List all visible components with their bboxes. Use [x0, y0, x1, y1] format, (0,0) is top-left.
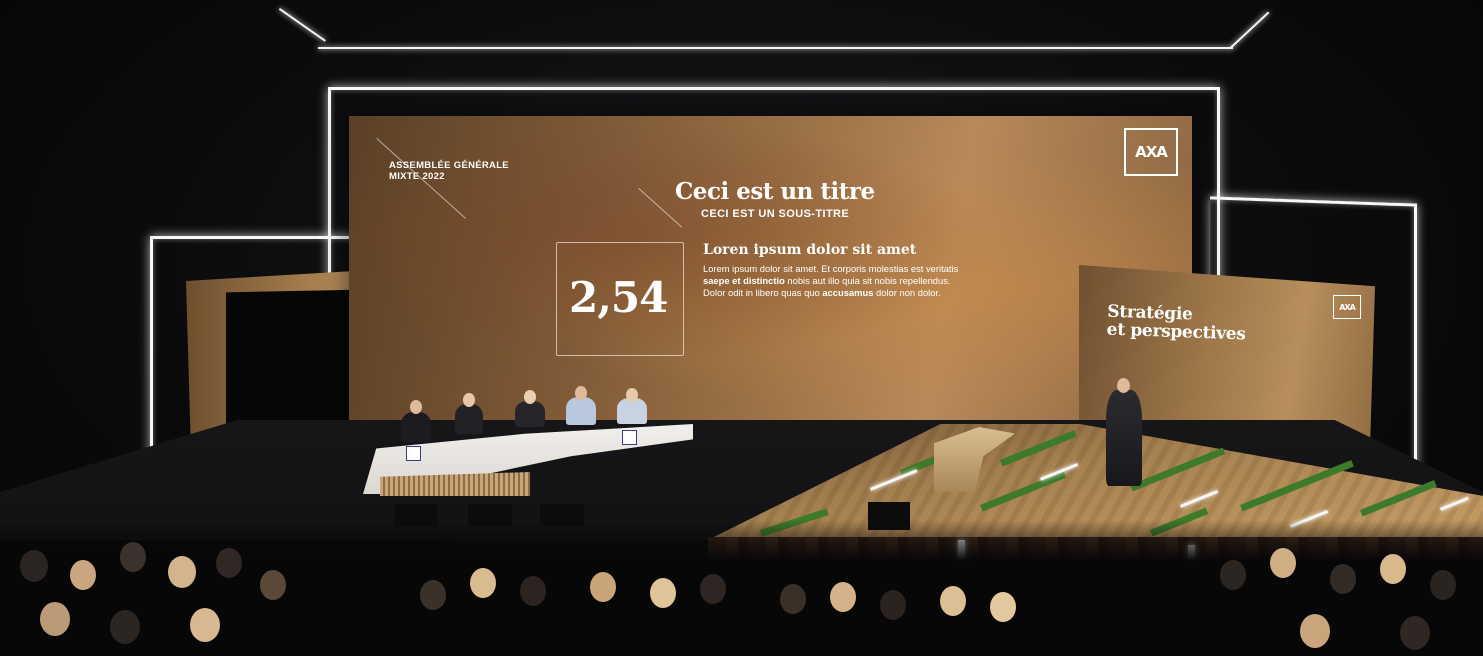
audience-member: [1330, 564, 1356, 594]
audience-member: [1220, 560, 1246, 590]
key-figure-box: 2,54: [556, 242, 684, 356]
panelist: [515, 401, 545, 427]
stage-scene: ASSEMBLÉE GÉNÉRALE MIXTE 2022 Ceci est u…: [0, 0, 1483, 656]
panelist-head: [626, 388, 638, 402]
para-bold: saepe et distinctio: [703, 275, 785, 287]
audience-member: [590, 572, 616, 602]
audience-member: [990, 592, 1016, 622]
speaker-head: [1117, 378, 1130, 393]
para-part: Lorem ipsum dolor sit amet. Et corporis …: [703, 263, 959, 274]
audience-member: [110, 610, 140, 644]
audience-member: [940, 586, 966, 616]
paragraph-title: Loren ipsum dolor sit amet: [703, 242, 917, 258]
para-bold: accusamus: [822, 287, 874, 299]
audience-member: [830, 582, 856, 612]
paragraph-text: Lorem ipsum dolor sit amet. Et corporis …: [703, 263, 973, 300]
speaker: [1106, 390, 1142, 486]
audience-member: [1380, 554, 1406, 584]
side-screen-title: Stratégie et perspectives: [1106, 302, 1246, 345]
panelist: [455, 404, 483, 434]
audience: [0, 520, 1483, 656]
audience-member: [216, 548, 242, 578]
slide-subtitle: CECI EST UN SOUS-TITRE: [701, 208, 850, 220]
event-label: ASSEMBLÉE GÉNÉRALE MIXTE 2022: [389, 160, 509, 182]
ceiling-light-right: [1230, 11, 1270, 49]
audience-member: [520, 576, 546, 606]
panelist-head: [524, 390, 536, 404]
audience-member: [1430, 570, 1456, 600]
side-line-2: et perspectives: [1106, 319, 1246, 345]
para-part: dolor non dolor.: [873, 287, 941, 299]
audience-member: [700, 574, 726, 604]
audience-member: [260, 570, 286, 600]
audience-member: [650, 578, 676, 608]
audience-member: [1400, 616, 1430, 650]
audience-member: [70, 560, 96, 590]
panelist-head: [410, 400, 422, 414]
axa-logo: AXA: [1124, 128, 1178, 176]
panelist: [401, 412, 431, 442]
audience-member: [40, 602, 70, 636]
audience-member: [1300, 614, 1330, 648]
event-line-2: MIXTE 2022: [389, 171, 445, 182]
ceiling-light-left: [278, 8, 326, 42]
desk-logo: [406, 446, 421, 461]
audience-member: [1270, 548, 1296, 578]
slide-title: Ceci est un titre: [675, 178, 875, 205]
ceiling-light-bar: [318, 47, 1233, 49]
panelist-head: [463, 393, 475, 407]
audience-member: [470, 568, 496, 598]
audience-member: [168, 556, 196, 588]
audience-member: [20, 550, 48, 582]
desk-logo: [622, 430, 637, 445]
audience-member: [420, 580, 446, 610]
axa-logo-small: AXA: [1333, 295, 1361, 319]
audience-member: [880, 590, 906, 620]
audience-member: [780, 584, 806, 614]
audience-member: [190, 608, 220, 642]
panelist: [566, 397, 596, 425]
panelist-head: [575, 386, 587, 400]
event-line-1: ASSEMBLÉE GÉNÉRALE: [389, 160, 509, 171]
main-screen: ASSEMBLÉE GÉNÉRALE MIXTE 2022 Ceci est u…: [349, 116, 1192, 427]
key-figure: 2,54: [569, 273, 668, 322]
audience-member: [120, 542, 146, 572]
